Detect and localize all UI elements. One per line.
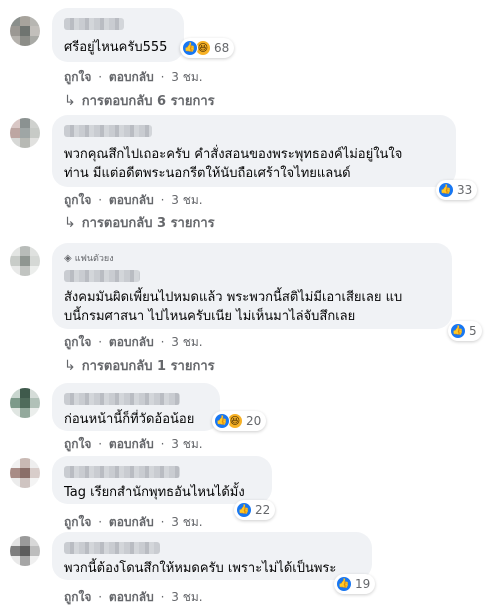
- comment-text: ก่อนหน้านี้ก็ที่วัดอ้อน้อย: [64, 412, 195, 427]
- reaction-summary[interactable]: 👍 33: [436, 180, 478, 200]
- author-name-blurred[interactable]: [64, 18, 124, 30]
- reply-link[interactable]: ตอบกลับ: [109, 335, 154, 349]
- comment-bubble: ศรีอยู่ไหนครับ555: [52, 8, 184, 62]
- comment-bubble: พวกนี้ต้องโดนสึกให้หมดครับ เพราะไม่ได้เป…: [52, 532, 372, 580]
- avatar[interactable]: [10, 246, 40, 276]
- like-icon: 👍: [236, 502, 252, 518]
- avatar[interactable]: [10, 536, 40, 566]
- reaction-summary[interactable]: 👍 😆 68: [180, 38, 235, 58]
- avatar[interactable]: [10, 388, 40, 418]
- reply-arrow-icon: ↳: [64, 357, 76, 374]
- reply-link[interactable]: ตอบกลับ: [109, 437, 154, 451]
- top-fan-badge: ◈ แฟนตัวยง: [64, 252, 114, 265]
- like-icon: 👍: [214, 413, 230, 429]
- author-name-blurred[interactable]: [64, 542, 160, 554]
- author-name-blurred[interactable]: [64, 270, 140, 282]
- reaction-count: 68: [214, 41, 230, 55]
- comment-text: พวกนี้ต้องโดนสึกให้หมดครับ เพราะไม่ได้เป…: [64, 561, 337, 576]
- timestamp[interactable]: 3 ชม.: [171, 590, 202, 604]
- like-link[interactable]: ถูกใจ: [64, 515, 91, 529]
- comment-text: Tag เรียกสำนักพุทธอันไหนได้มั้ง: [64, 485, 245, 500]
- reply-link[interactable]: ตอบกลับ: [109, 70, 154, 84]
- comment-bubble: ◈ แฟนตัวยง สังคมมันผิดเพี้ยนไปหมดแล้ว พร…: [52, 243, 452, 329]
- comment-bubble: ก่อนหน้านี้ก็ที่วัดอ้อน้อย: [52, 383, 220, 431]
- comment-bubble: Tag เรียกสำนักพุทธอันไหนได้มั้ง: [52, 456, 272, 504]
- reply-link[interactable]: ตอบกลับ: [109, 515, 154, 529]
- comment-actions: ถูกใจ · ตอบกลับ · 3 ชม.: [64, 335, 203, 349]
- reaction-summary[interactable]: 👍 😆 20: [212, 411, 267, 431]
- view-replies[interactable]: ↳ การตอบกลับ 1 รายการ: [64, 355, 215, 376]
- reaction-summary[interactable]: 👍 5: [448, 321, 482, 341]
- reaction-summary[interactable]: 👍 19: [334, 574, 376, 594]
- timestamp[interactable]: 3 ชม.: [171, 437, 202, 451]
- reply-link[interactable]: ตอบกลับ: [109, 193, 154, 207]
- comment-actions: ถูกใจ · ตอบกลับ · 3 ชม.: [64, 590, 203, 604]
- timestamp[interactable]: 3 ชม.: [171, 515, 202, 529]
- comment-text: สังคมมันผิดเพี้ยนไปหมดแล้ว พระพวกนี้สติไ…: [64, 290, 403, 324]
- diamond-icon: ◈: [64, 252, 72, 264]
- reaction-count: 33: [457, 183, 473, 197]
- reaction-summary[interactable]: 👍 22: [234, 500, 276, 520]
- comment-actions: ถูกใจ · ตอบกลับ · 3 ชม.: [64, 515, 203, 529]
- reply-arrow-icon: ↳: [64, 92, 76, 109]
- timestamp[interactable]: 3 ชม.: [171, 70, 202, 84]
- view-replies[interactable]: ↳ การตอบกลับ 6 รายการ: [64, 90, 215, 111]
- like-icon: 👍: [336, 576, 352, 592]
- reply-arrow-icon: ↳: [64, 214, 76, 231]
- like-link[interactable]: ถูกใจ: [64, 335, 91, 349]
- view-replies[interactable]: ↳ การตอบกลับ 3 รายการ: [64, 212, 215, 233]
- author-name-blurred[interactable]: [64, 125, 152, 137]
- like-link[interactable]: ถูกใจ: [64, 590, 91, 604]
- reply-link[interactable]: ตอบกลับ: [109, 590, 154, 604]
- like-link[interactable]: ถูกใจ: [64, 70, 91, 84]
- avatar[interactable]: [10, 458, 40, 488]
- reaction-count: 22: [255, 503, 271, 517]
- reaction-count: 5: [469, 324, 477, 338]
- author-name-blurred[interactable]: [64, 466, 180, 478]
- comment-actions: ถูกใจ · ตอบกลับ · 3 ชม.: [64, 437, 203, 451]
- like-link[interactable]: ถูกใจ: [64, 437, 91, 451]
- comment-actions: ถูกใจ · ตอบกลับ · 3 ชม.: [64, 193, 203, 207]
- avatar[interactable]: [10, 118, 40, 148]
- author-name-blurred[interactable]: [64, 393, 180, 405]
- avatar[interactable]: [10, 16, 40, 46]
- like-icon: 👍: [182, 40, 198, 56]
- reaction-count: 20: [246, 414, 262, 428]
- comment-bubble: พวกคุณสึกไปเถอะครับ คำสั่งสอนของพระพุทธอ…: [52, 115, 456, 187]
- comment-text: พวกคุณสึกไปเถอะครับ คำสั่งสอนของพระพุทธอ…: [64, 147, 403, 181]
- timestamp[interactable]: 3 ชม.: [171, 335, 202, 349]
- like-icon: 👍: [450, 323, 466, 339]
- like-link[interactable]: ถูกใจ: [64, 193, 91, 207]
- comment-text: ศรีอยู่ไหนครับ555: [64, 40, 168, 55]
- timestamp[interactable]: 3 ชม.: [171, 193, 202, 207]
- like-icon: 👍: [438, 182, 454, 198]
- comment-actions: ถูกใจ · ตอบกลับ · 3 ชม.: [64, 70, 203, 84]
- reaction-count: 19: [355, 577, 371, 591]
